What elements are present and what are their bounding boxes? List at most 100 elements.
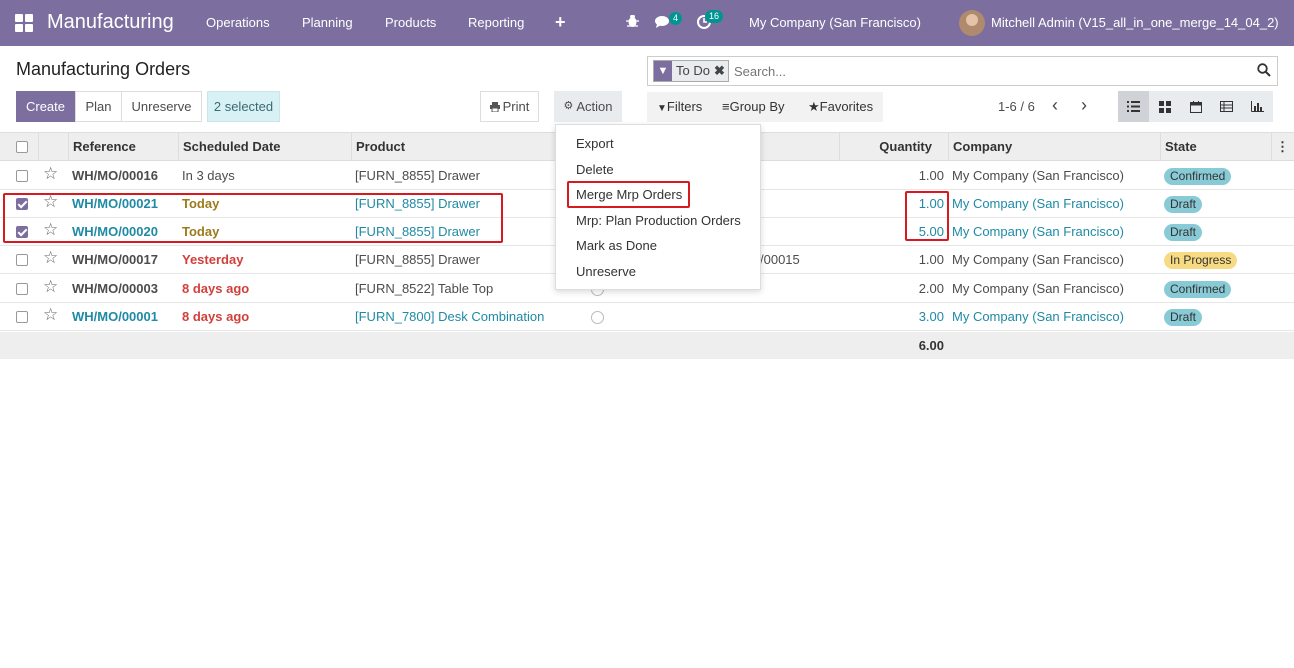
row-company: My Company (San Francisco) [952, 168, 1124, 183]
favorite-star-icon[interactable]: ☆ [43, 160, 58, 188]
create-button[interactable]: Create [16, 91, 75, 122]
menu-reporting[interactable]: Reporting [468, 15, 524, 30]
search-facet-todo[interactable]: ▼ To Do ✖ [653, 60, 729, 82]
row-checkbox[interactable] [16, 254, 28, 266]
row-checkbox[interactable] [16, 170, 28, 182]
favorite-star-icon[interactable]: ☆ [43, 216, 58, 244]
graph-view-icon[interactable] [1242, 91, 1273, 122]
filter-icon: ▼ [657, 103, 667, 114]
row-scheduled-date: Today [182, 196, 220, 211]
selected-count-badge[interactable]: 2 selected [207, 91, 280, 122]
groupby-dropdown[interactable]: ≡Group By [722, 92, 785, 122]
favorite-star-icon[interactable]: ☆ [43, 273, 58, 301]
favorite-star-icon[interactable]: ☆ [43, 301, 58, 329]
unreserve-button[interactable]: Unreserve [121, 91, 202, 122]
action-plan-production-orders[interactable]: Mrp: Plan Production Orders [576, 213, 741, 228]
action-unreserve[interactable]: Unreserve [576, 264, 636, 279]
row-scheduled-date: 8 days ago [182, 281, 250, 296]
pager-value[interactable]: 1-6 / 6 [998, 99, 1035, 114]
bug-icon[interactable] [626, 13, 639, 28]
menu-planning[interactable]: Planning [302, 15, 353, 30]
app-name[interactable]: Manufacturing [47, 11, 174, 34]
row-checkbox[interactable] [16, 311, 28, 323]
header-scheduled-date[interactable]: Scheduled Date [178, 133, 351, 161]
print-button[interactable]: Print [480, 91, 539, 122]
action-mark-as-done[interactable]: Mark as Done [576, 238, 657, 253]
activity-count-badge: 16 [705, 10, 724, 23]
row-company: My Company (San Francisco) [952, 252, 1124, 267]
row-reference: WH/MO/00003 [72, 281, 158, 296]
search-icon[interactable] [1257, 63, 1271, 77]
action-dropdown-menu: Export Delete Merge Mrp Orders Mrp: Plan… [555, 124, 761, 290]
plan-button[interactable]: Plan [75, 91, 122, 122]
row-scheduled-date: Today [182, 224, 220, 239]
star-icon: ★ [808, 99, 820, 114]
favorite-star-icon[interactable]: ☆ [43, 188, 58, 216]
list-view-icon[interactable] [1118, 91, 1149, 122]
remove-facet-icon[interactable]: ✖ [714, 61, 728, 81]
filter-funnel-icon: ▼ [654, 61, 672, 81]
search-input[interactable] [732, 61, 1232, 81]
menu-products[interactable]: Products [385, 15, 436, 30]
user-menu[interactable]: Mitchell Admin (V15_all_in_one_merge_14_… [991, 15, 1279, 30]
header-quantity[interactable]: Quantity [839, 133, 948, 161]
plus-icon[interactable]: + [555, 12, 566, 33]
filters-dropdown[interactable]: ▼Filters [657, 92, 702, 124]
favorite-column [38, 133, 68, 161]
top-navbar: Manufacturing Operations Planning Produc… [0, 0, 1294, 46]
pager-previous-icon[interactable]: ‹ [1052, 95, 1058, 116]
header-product[interactable]: Product [351, 133, 551, 161]
bars-icon: ≡ [722, 99, 730, 114]
row-state-badge: Confirmed [1164, 168, 1232, 185]
facet-value: To Do [676, 63, 710, 78]
activity-clock-icon[interactable] [591, 311, 604, 324]
action-merge-mrp-orders[interactable]: Merge Mrp Orders [576, 187, 682, 202]
row-reference: WH/MO/00021 [72, 196, 158, 211]
row-scheduled-date: 8 days ago [182, 309, 250, 324]
header-company[interactable]: Company [948, 133, 1160, 161]
row-state-badge: Draft [1164, 309, 1203, 326]
row-reference: WH/MO/00020 [72, 224, 158, 239]
header-state[interactable]: State [1160, 133, 1262, 161]
row-product: [FURN_7800] Desk Combination [355, 309, 545, 324]
row-company: My Company (San Francisco) [952, 281, 1124, 296]
row-checkbox[interactable] [16, 198, 28, 210]
row-scheduled-date: In 3 days [182, 168, 235, 183]
row-checkbox[interactable] [16, 283, 28, 295]
row-company: My Company (San Francisco) [952, 224, 1124, 239]
company-switcher[interactable]: My Company (San Francisco) [749, 15, 921, 30]
favorites-dropdown[interactable]: ★Favorites [808, 92, 873, 122]
action-delete[interactable]: Delete [576, 162, 614, 177]
user-avatar[interactable] [959, 10, 985, 36]
table-row[interactable]: ☆ WH/MO/00001 8 days ago [FURN_7800] Desk C… [0, 303, 1294, 331]
action-button[interactable]: ⚙ Action [554, 91, 622, 122]
pager-next-icon[interactable]: › [1081, 95, 1087, 116]
optional-columns-icon[interactable]: ⋮ [1271, 133, 1294, 161]
print-icon [489, 101, 500, 112]
favorite-star-icon[interactable]: ☆ [43, 244, 58, 272]
row-quantity: 3.00 [918, 309, 944, 324]
row-checkbox[interactable] [16, 226, 28, 238]
calendar-view-icon[interactable] [1180, 91, 1211, 122]
pivot-view-icon[interactable] [1211, 91, 1242, 122]
row-quantity: 5.00 [918, 224, 944, 239]
view-switcher [1118, 91, 1273, 122]
menu-operations[interactable]: Operations [206, 15, 270, 30]
page-title: Manufacturing Orders [16, 59, 191, 79]
row-quantity: 2.00 [918, 281, 944, 296]
row-reference: WH/MO/00001 [72, 309, 158, 324]
table-footer: 6.00 [0, 332, 1294, 359]
row-quantity: 1.00 [918, 168, 944, 183]
kanban-view-icon[interactable] [1149, 91, 1180, 122]
row-product: [FURN_8522] Table Top [355, 281, 494, 296]
row-state-badge: In Progress [1164, 252, 1238, 269]
row-product: [FURN_8855] Drawer [355, 168, 480, 183]
search-bar[interactable]: ▼ To Do ✖ [647, 56, 1278, 86]
row-quantity: 1.00 [918, 196, 944, 211]
select-all-checkbox[interactable] [16, 141, 28, 153]
apps-menu-icon[interactable] [15, 14, 33, 32]
gear-icon: ⚙ [563, 100, 574, 112]
header-reference[interactable]: Reference [68, 133, 178, 161]
row-state-badge: Draft [1164, 196, 1203, 213]
action-export[interactable]: Export [576, 136, 614, 151]
